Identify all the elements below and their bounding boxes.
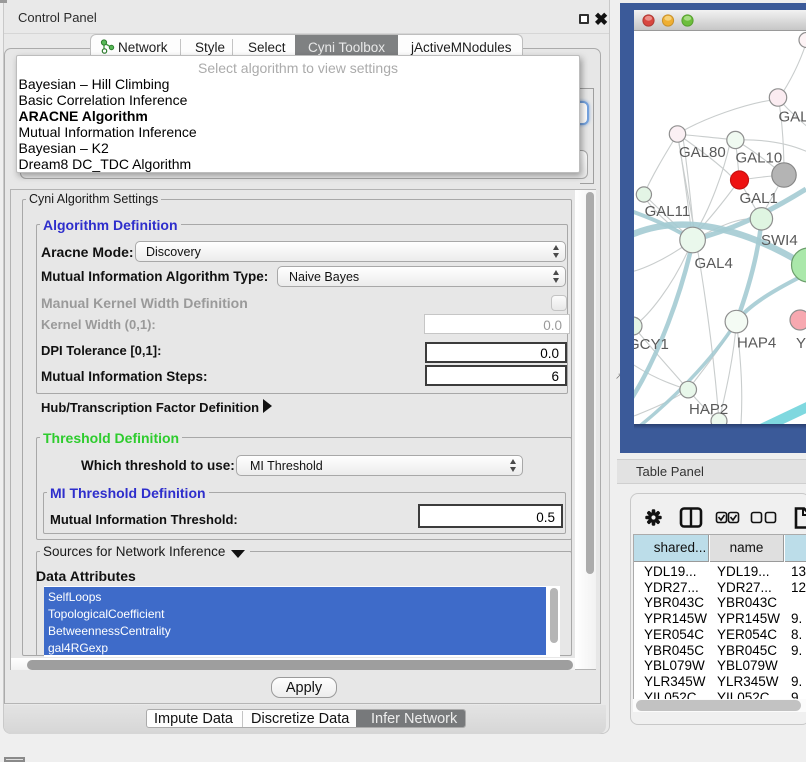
svg-text:GAL1: GAL1 (740, 190, 778, 207)
svg-text:GAL4: GAL4 (695, 255, 733, 272)
svg-text:GAL11: GAL11 (645, 203, 691, 220)
svg-text:SWI4: SWI4 (761, 232, 798, 249)
svg-text:GAL10: GAL10 (736, 150, 783, 167)
svg-text:Y: Y (796, 335, 806, 352)
svg-text:GAL2: GAL2 (779, 109, 806, 126)
svg-text:GCY1: GCY1 (634, 336, 669, 353)
svg-text:HAP4: HAP4 (737, 335, 776, 352)
svg-text:GAL80: GAL80 (679, 144, 726, 161)
svg-text:HAP2: HAP2 (689, 401, 728, 418)
